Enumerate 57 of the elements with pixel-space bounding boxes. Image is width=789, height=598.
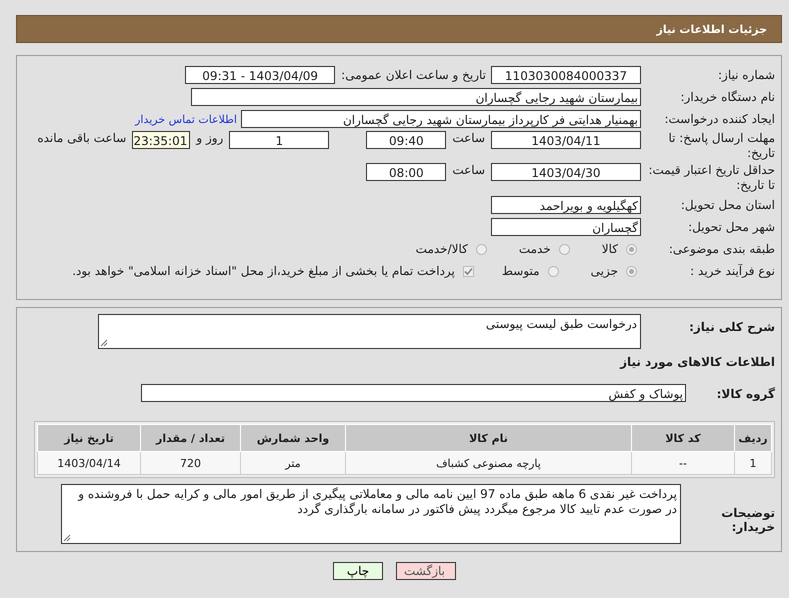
- table-cell: --: [632, 452, 734, 474]
- need-number-field: 1103030084000337: [491, 66, 641, 84]
- section-heading: اطلاعات کالاهای مورد نیاز: [618, 355, 776, 369]
- field-label: شرح کلی نیاز:: [688, 319, 776, 334]
- field-label: طبقه بندی موضوعی:: [668, 242, 776, 256]
- days-label: روز و: [196, 131, 224, 145]
- page-title: جزئیات اطلاعات نیاز: [656, 22, 767, 36]
- reply-time-field: 09:40: [366, 131, 446, 149]
- resize-grip-icon: [100, 339, 108, 347]
- description-textarea[interactable]: درخواست طبق لیست پیوستی: [98, 314, 641, 349]
- time-label: ساعت: [452, 131, 485, 145]
- radio-label: کالا: [602, 242, 618, 256]
- announce-date-field: 1403/04/09 - 09:31: [185, 66, 336, 84]
- column-header: تعداد / مقدار: [140, 424, 240, 452]
- field-label: مهلت ارسال پاسخ: تا تاریخ:: [667, 131, 776, 161]
- back-button[interactable]: بازگشت: [396, 562, 456, 580]
- radio-label: جزیی: [590, 264, 618, 278]
- creator-field: بهمنیار هدایتی فر کارپرداز بیمارستان شهید رجایی گچساران: [241, 110, 641, 128]
- buyer-org-field: بیمارستان شهید رجایی گچساران: [191, 88, 641, 106]
- field-label: استان محل تحویل:: [680, 198, 776, 212]
- field-label: نوع فرآیند خرید :: [689, 264, 776, 278]
- table-cell: متر: [240, 452, 346, 474]
- time-label: ساعت: [452, 163, 485, 177]
- column-header: واحد شمارش: [240, 424, 346, 452]
- remaining-label: ساعت باقی مانده: [37, 131, 126, 145]
- checkbox-label: پرداخت تمام یا بخشی از مبلغ خرید،از محل "اسناد خزانه اسلامی" خواهد بود.: [72, 264, 455, 278]
- table-cell: پارچه مصنوعی کشباف: [346, 452, 632, 474]
- column-header: کد کالا: [632, 424, 734, 452]
- buyer-contact-link[interactable]: اطلاعات تماس خریدار: [135, 112, 237, 126]
- radio-label: متوسط: [502, 264, 540, 278]
- goods-group-field: پوشاک و کفش: [141, 384, 686, 402]
- city-field: گچساران: [491, 218, 641, 236]
- column-header: ردیف: [734, 424, 772, 452]
- remaining-time-field: 23:35:01: [132, 131, 190, 149]
- table-cell: 1: [734, 452, 772, 474]
- field-label: شماره نیاز:: [717, 68, 776, 82]
- days-field: 1: [229, 131, 330, 149]
- reply-date-field: 1403/04/11: [491, 131, 641, 149]
- column-header: نام کالا: [346, 424, 632, 452]
- resize-grip-icon: [63, 534, 71, 542]
- field-label: ایجاد کننده درخواست:: [663, 112, 776, 126]
- field-label: توضیحات خریدار:: [720, 505, 776, 534]
- radio-label: خدمت: [518, 242, 551, 256]
- field-label: گروه کالا:: [716, 386, 776, 401]
- column-header: تاریخ نیاز: [38, 424, 140, 452]
- field-label: نام دستگاه خریدار:: [680, 90, 776, 104]
- field-label: شهر محل تحویل:: [687, 220, 776, 234]
- table-cell: 720: [140, 452, 240, 474]
- validity-date-field: 1403/04/30: [491, 163, 641, 181]
- field-label: حداقل تاریخ اعتبار قیمت: تا تاریخ:: [647, 163, 776, 193]
- buyer-notes-textarea[interactable]: پرداخت غیر نقدی 6 ماهه طبق ماده 97 ایین نامه مالی و معاملاتی پیگیری از طریق امور مالی و کرایه حمل با فروشنده و در صورت عدم تایید کالا مرجوع میگردد پیش فاکتور در سامانه بارگذاری گردد: [61, 484, 681, 544]
- table-cell: 1403/04/14: [38, 452, 140, 474]
- province-field: کهگیلویه و بویراحمد: [491, 196, 641, 214]
- radio-label: کالا/خدمت: [416, 242, 468, 256]
- print-button[interactable]: چاپ: [333, 562, 383, 580]
- field-label: تاریخ و ساعت اعلان عمومی:: [341, 68, 486, 82]
- validity-time-field: 08:00: [366, 163, 446, 181]
